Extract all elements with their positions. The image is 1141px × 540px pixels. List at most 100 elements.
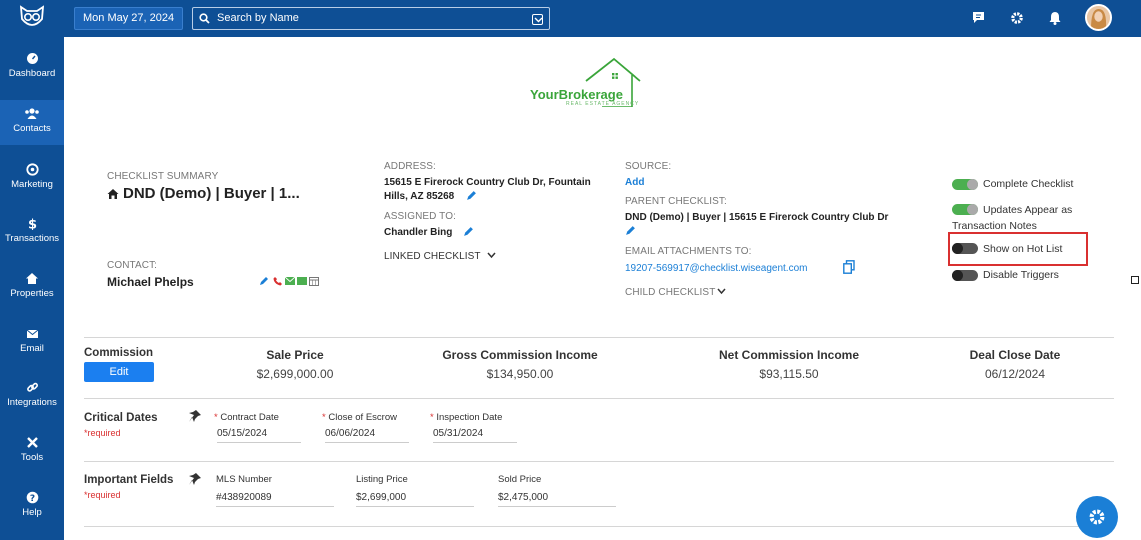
commission-title: Commission bbox=[84, 347, 154, 359]
chevron-down-icon[interactable] bbox=[717, 288, 726, 295]
date-button[interactable]: Mon May 27, 2024 bbox=[74, 7, 184, 30]
envelope-icon[interactable] bbox=[285, 277, 295, 285]
sidebar: Dashboard Contacts Marketing $ Transacti… bbox=[0, 37, 64, 540]
tools-icon bbox=[26, 437, 38, 448]
sidebar-item-label: Dashboard bbox=[8, 68, 56, 79]
resize-handle[interactable] bbox=[1131, 276, 1139, 284]
critical-dates-title: Critical Dates bbox=[84, 412, 158, 424]
pencil-icon[interactable] bbox=[625, 225, 636, 236]
sold-price-input[interactable]: $2,475,000 bbox=[498, 492, 616, 507]
sidebar-item-label: Properties bbox=[10, 288, 54, 299]
email-attachments-link[interactable]: 19207-569917@checklist.wiseagent.com bbox=[625, 263, 807, 274]
pencil-icon[interactable] bbox=[466, 190, 477, 201]
child-checklist-toggle[interactable]: CHILD CHECKLIST bbox=[625, 287, 715, 298]
listing-price-input[interactable]: $2,699,000 bbox=[356, 492, 474, 507]
home-icon bbox=[26, 273, 38, 284]
copy-icon[interactable] bbox=[843, 260, 855, 274]
bell-icon[interactable] bbox=[1049, 11, 1061, 25]
search-icon bbox=[199, 13, 210, 24]
updates-notes-label: Updates Appear as bbox=[983, 204, 1073, 216]
assigned-label: ASSIGNED TO: bbox=[384, 211, 456, 222]
inspection-date-label-text: Inspection Date bbox=[436, 412, 503, 423]
pencil-icon[interactable] bbox=[463, 226, 474, 237]
settings-fab[interactable] bbox=[1076, 496, 1118, 538]
important-fields-required: *required bbox=[84, 490, 121, 500]
sidebar-item-properties[interactable]: Properties bbox=[0, 272, 64, 299]
chat-icon[interactable] bbox=[972, 11, 985, 24]
inspection-date-input[interactable]: 05/31/2024 bbox=[433, 428, 517, 443]
disable-triggers-toggle[interactable] bbox=[952, 270, 978, 281]
app-logo[interactable] bbox=[0, 0, 64, 37]
source-add-link[interactable]: Add bbox=[625, 177, 644, 188]
sale-price-header: Sale Price bbox=[266, 348, 324, 362]
close-date-value: 06/12/2024 bbox=[984, 367, 1046, 381]
show-hot-list-toggle[interactable] bbox=[952, 243, 978, 254]
checklist-summary-label: CHECKLIST SUMMARY bbox=[107, 171, 219, 182]
sidebar-item-transactions[interactable]: $ Transactions bbox=[0, 217, 64, 245]
divider bbox=[84, 337, 1114, 338]
parent-checklist-value[interactable]: DND (Demo) | Buyer | 15615 E Firerock Co… bbox=[625, 212, 888, 223]
pin-icon[interactable] bbox=[188, 409, 202, 423]
nci-value: $93,115.50 bbox=[759, 367, 819, 381]
sidebar-item-label: Marketing bbox=[11, 179, 53, 190]
message-icon[interactable] bbox=[297, 277, 307, 285]
checklist-title: DND (Demo) | Buyer | 1... bbox=[123, 185, 300, 202]
sidebar-item-label: Contacts bbox=[13, 123, 51, 134]
phone-icon[interactable] bbox=[273, 276, 283, 286]
contact-name[interactable]: Michael Phelps bbox=[107, 275, 194, 289]
avatar[interactable] bbox=[1085, 4, 1112, 31]
address-line1: 15615 E Firerock Country Club Dr, Founta… bbox=[384, 177, 591, 188]
assigned-value: Chandler Bing bbox=[384, 227, 453, 238]
target-icon bbox=[25, 163, 39, 176]
calendar-icon[interactable] bbox=[309, 276, 319, 286]
contract-date-input[interactable]: 05/15/2024 bbox=[217, 428, 301, 443]
close-escrow-input[interactable]: 06/06/2024 bbox=[325, 428, 409, 443]
close-escrow-label: * Close of Escrow bbox=[322, 412, 397, 423]
mls-number-label: MLS Number bbox=[216, 474, 272, 485]
search-input[interactable]: Search by Name bbox=[192, 7, 550, 30]
chevron-down-icon[interactable] bbox=[487, 252, 496, 259]
sidebar-item-integrations[interactable]: Integrations bbox=[0, 381, 64, 408]
main-content: YourBrokerage REAL ESTATE AGENCY CHECKLI… bbox=[64, 37, 1141, 540]
gauge-icon bbox=[26, 53, 38, 64]
house-icon bbox=[107, 189, 119, 199]
divider bbox=[84, 398, 1114, 399]
gear-icon[interactable] bbox=[1010, 11, 1024, 25]
sidebar-item-contacts[interactable]: Contacts bbox=[0, 100, 64, 145]
brand-tagline: REAL ESTATE AGENCY bbox=[566, 101, 640, 107]
mls-number-input[interactable]: #438920089 bbox=[216, 492, 334, 507]
pin-icon[interactable] bbox=[188, 472, 202, 486]
sidebar-item-marketing[interactable]: Marketing bbox=[0, 163, 64, 190]
user-photo-icon bbox=[1087, 6, 1110, 29]
address-label: ADDRESS: bbox=[384, 161, 436, 172]
email-attachments-label: EMAIL ATTACHMENTS TO: bbox=[625, 246, 752, 257]
sidebar-item-email[interactable]: Email bbox=[0, 327, 64, 354]
sidebar-item-help[interactable]: ? Help bbox=[0, 491, 64, 518]
gci-value: $134,950.00 bbox=[486, 367, 554, 381]
gci-header: Gross Commission Income bbox=[442, 348, 598, 362]
sidebar-item-dashboard[interactable]: Dashboard bbox=[0, 52, 64, 79]
divider bbox=[84, 461, 1114, 462]
contact-label: CONTACT: bbox=[107, 260, 158, 271]
close-escrow-label-text: Close of Escrow bbox=[328, 412, 397, 423]
complete-checklist-label: Complete Checklist bbox=[983, 178, 1074, 190]
owl-logo-icon bbox=[19, 5, 45, 26]
commission-edit-button[interactable]: Edit bbox=[84, 362, 154, 382]
linked-checklist-toggle[interactable]: LINKED CHECKLIST bbox=[384, 251, 481, 262]
dollar-icon: $ bbox=[27, 218, 36, 231]
inspection-date-label: * Inspection Date bbox=[430, 412, 503, 423]
sidebar-item-label: Transactions bbox=[4, 233, 60, 244]
complete-checklist-toggle[interactable] bbox=[952, 179, 978, 190]
close-date-header: Deal Close Date bbox=[969, 348, 1061, 362]
updates-notes-toggle[interactable] bbox=[952, 204, 978, 215]
important-fields-title: Important Fields bbox=[84, 474, 174, 486]
sidebar-item-label: Integrations bbox=[7, 397, 57, 408]
sidebar-item-tools[interactable]: Tools bbox=[0, 436, 64, 463]
critical-dates-required: *required bbox=[84, 428, 121, 438]
top-bar: Mon May 27, 2024 Search by Name bbox=[0, 0, 1141, 37]
chevron-down-icon[interactable] bbox=[532, 14, 543, 25]
envelope-icon bbox=[26, 329, 38, 338]
sale-price-value: $2,699,000.00 bbox=[256, 367, 334, 381]
pencil-icon[interactable] bbox=[259, 276, 269, 286]
updates-notes-label-line2: Transaction Notes bbox=[952, 220, 1037, 232]
